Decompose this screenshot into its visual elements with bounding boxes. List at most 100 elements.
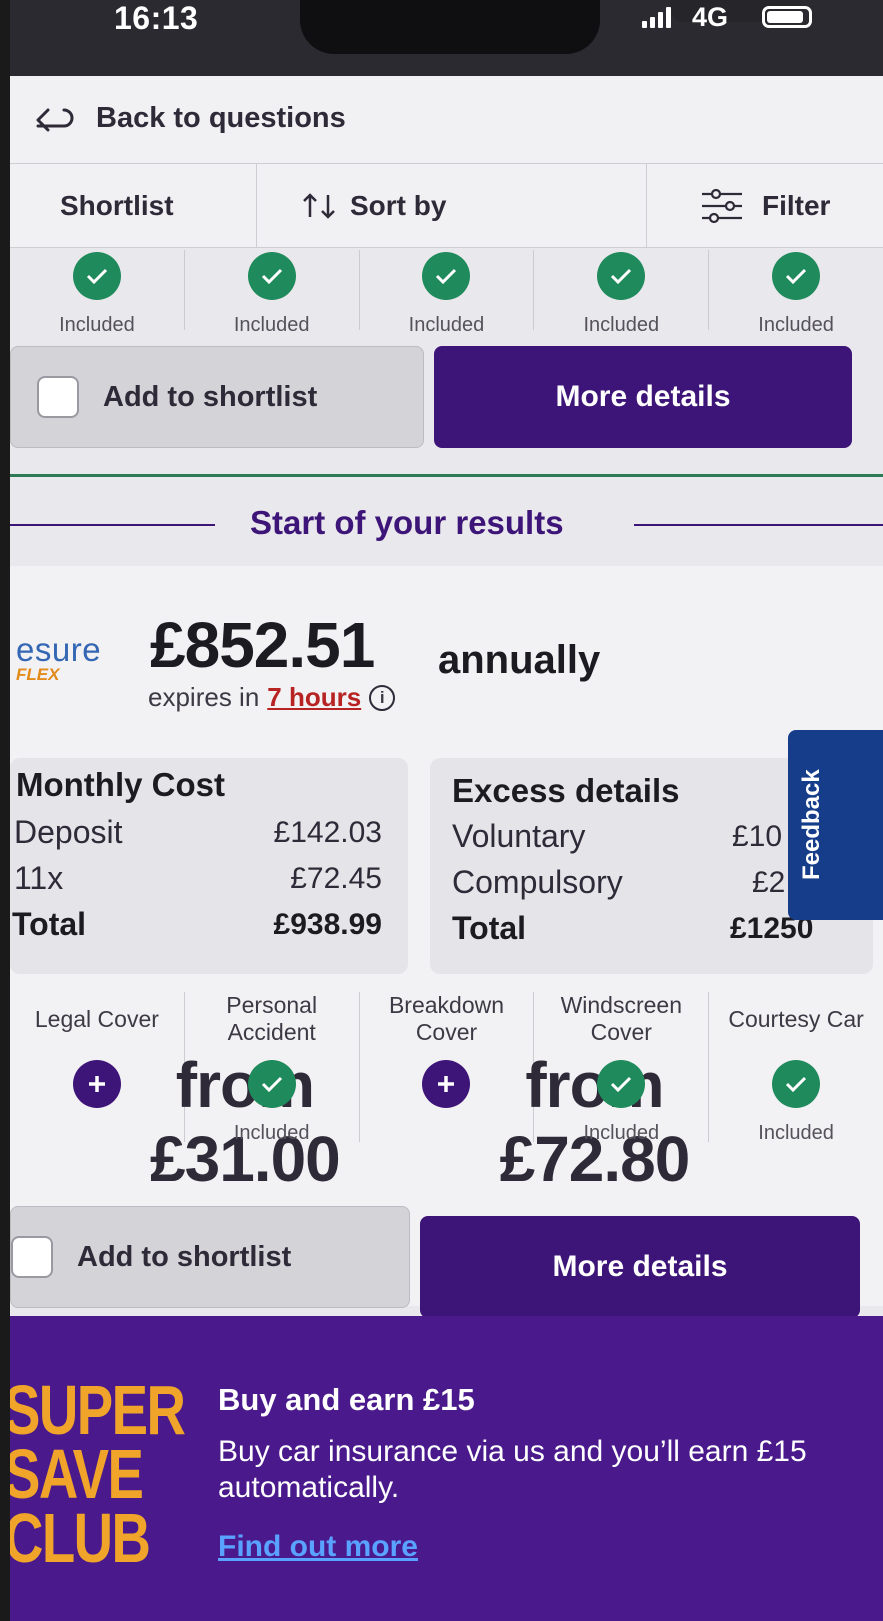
excess-row-label: Voluntary [452, 818, 586, 854]
coverage-courtesy-car: Courtesy Car Included [709, 992, 883, 1145]
filter-button[interactable]: Filter [700, 164, 830, 248]
phone-screen: 16:13 4G Back to questions Shortlist Sor… [10, 0, 883, 1621]
monthly-row-value: £142.03 [273, 816, 382, 849]
signal-icon [642, 6, 671, 28]
divider-line [10, 524, 215, 526]
coverage-status: Included [758, 314, 834, 336]
coverage-status: Included [59, 314, 135, 336]
sort-by-button[interactable]: Sort by [300, 164, 446, 248]
find-out-more-link[interactable]: Find out more [218, 1530, 418, 1564]
prev-coverage-item: Included [185, 250, 360, 336]
provider-logo: esure FLEX [16, 631, 102, 684]
monthly-total-value: £938.99 [273, 908, 382, 941]
coverage-name: Courtesy Car [728, 1005, 864, 1032]
prev-coverage-item: Included [709, 250, 883, 336]
coverage-name: Legal Cover [34, 1005, 159, 1032]
coverage-status: Included [233, 314, 310, 336]
back-arrow-icon[interactable] [34, 106, 78, 136]
monthly-cost-box: Monthly Cost Deposit £142.03 11x £72.45 … [10, 758, 408, 974]
add-to-shortlist-label: Add to shortlist [103, 380, 318, 413]
prev-coverage-item: Included [360, 250, 535, 336]
expires-prefix: expires in [148, 682, 260, 712]
included-check-icon [247, 1060, 296, 1108]
provider-product: FLEX [16, 665, 60, 684]
coverage-status: Included [408, 314, 485, 336]
more-details-button[interactable]: More details [434, 346, 852, 448]
promo-body: Buy car insurance via us and you’ll earn… [218, 1435, 807, 1504]
add-plus-icon[interactable] [72, 1060, 121, 1108]
included-check-icon [422, 252, 471, 300]
coverage-breakdown-cover[interactable]: Breakdown Cover from £72.80 [360, 992, 690, 1195]
add-plus-icon[interactable] [422, 1060, 471, 1108]
camera-notch [300, 0, 800, 54]
shortlist-checkbox[interactable] [37, 376, 79, 418]
card-separator [10, 474, 883, 477]
super-save-club-banner: SUPER SAVE CLUB Buy and earn £15 Buy car… [10, 1316, 883, 1621]
quote-card: esure FLEX £852.51 annually expires in 7… [10, 566, 883, 1318]
prev-coverage-item: Included [10, 250, 185, 336]
status-bar: 16:13 4G [10, 0, 883, 76]
battery-icon [762, 6, 812, 28]
coverage-name: Breakdown Cover [388, 992, 505, 1045]
coverage-status: Included [233, 1122, 310, 1144]
excess-row-value: £10 [732, 820, 783, 853]
results-start-divider: Start of your results [10, 496, 883, 556]
divider-line [634, 524, 883, 526]
monthly-cost-title: Monthly Cost [16, 766, 225, 803]
coverage-status: Included [583, 1122, 660, 1144]
prev-coverage-row: Included Included Included Included Incl… [10, 250, 883, 336]
promo-title: Buy and earn £15 [218, 1382, 475, 1417]
add-to-shortlist-label: Add to shortlist [77, 1240, 292, 1273]
provider-name: esure [16, 631, 102, 668]
network-type: 4G [692, 2, 729, 32]
filter-label: Filter [762, 190, 831, 221]
super-save-club-logo: SUPER SAVE CLUB [10, 1371, 186, 1577]
price-period: annually [438, 638, 601, 682]
more-details-label: More details [552, 1250, 728, 1283]
back-bar[interactable]: Back to questions [10, 76, 883, 164]
toolbar-divider [646, 164, 647, 248]
logo-line: SUPER [10, 1371, 186, 1449]
excess-details-title: Excess details [452, 772, 680, 809]
feedback-tab[interactable]: Feedback [788, 730, 883, 920]
excess-total-label: Total [452, 910, 527, 946]
more-details-button[interactable]: More details [420, 1216, 860, 1318]
shortlist-checkbox[interactable] [11, 1236, 53, 1278]
quote-expiry: expires in 7 hours i [148, 682, 396, 713]
coverage-personal-accident: Personal Accident Included [185, 992, 360, 1144]
coverage-windscreen-cover: Windscreen Cover Included [534, 992, 710, 1144]
back-to-questions-link[interactable]: Back to questions [96, 102, 346, 135]
coverage-status: Included [583, 314, 660, 336]
logo-line: CLUB [10, 1499, 151, 1577]
annual-price: £852.51 [150, 609, 375, 681]
add-to-shortlist-button[interactable]: Add to shortlist [10, 346, 424, 448]
included-check-icon [597, 1060, 646, 1108]
info-icon[interactable]: i [369, 684, 396, 711]
excess-row-value: £2 [752, 866, 786, 899]
monthly-total-label: Total [12, 906, 87, 942]
included-check-icon [772, 1060, 821, 1108]
coverage-name: Windscreen Cover [560, 992, 682, 1045]
expires-time-link[interactable]: 7 hours [267, 682, 361, 713]
filter-sliders-icon [702, 188, 742, 224]
excess-row-label: Compulsory [452, 864, 623, 900]
monthly-row-label: Deposit [14, 814, 123, 850]
status-time: 16:13 [114, 0, 199, 36]
included-check-icon [72, 252, 121, 300]
feedback-label: Feedback [798, 769, 825, 880]
sort-by-label: Sort by [350, 190, 447, 221]
coverage-name: Personal Accident [226, 992, 318, 1045]
prev-coverage-item: Included [534, 250, 710, 336]
coverage-status: Included [758, 1122, 834, 1144]
monthly-row-label: 11x [14, 860, 64, 896]
logo-line: SAVE [10, 1435, 144, 1513]
included-check-icon [772, 252, 821, 300]
monthly-row-value: £72.45 [290, 862, 382, 895]
toolbar-divider [256, 164, 257, 248]
coverage-legal-cover[interactable]: Legal Cover from £31.00 [10, 992, 341, 1195]
shortlist-tab[interactable]: Shortlist [60, 164, 174, 248]
shortlist-tab-label: Shortlist [60, 190, 174, 221]
add-to-shortlist-button[interactable]: Add to shortlist [10, 1206, 410, 1308]
results-toolbar: Shortlist Sort by Filter [10, 164, 883, 248]
more-details-label: More details [555, 380, 731, 413]
